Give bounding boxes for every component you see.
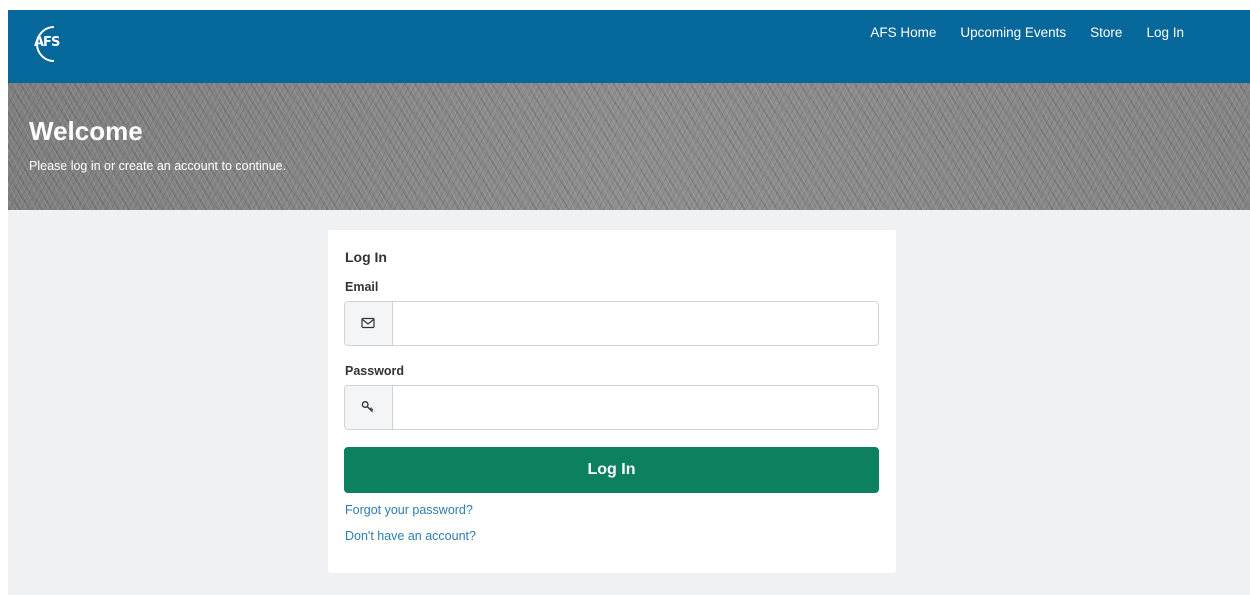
password-input-group: [344, 385, 879, 430]
login-title: Log In: [345, 249, 387, 265]
password-label: Password: [345, 364, 405, 378]
key-icon: [361, 401, 374, 413]
hero-subtitle: Please log in or create an account to co…: [29, 159, 287, 173]
login-card: Log In Email Password Log In Forgot your…: [328, 230, 896, 573]
create-account-link[interactable]: Don't have an account?: [345, 529, 476, 543]
email-addon: [345, 302, 393, 345]
email-label: Email: [345, 280, 379, 294]
top-navbar: AFS AFS Home Upcoming Events Store Log I…: [8, 10, 1250, 83]
nav-afs-home[interactable]: AFS Home: [870, 25, 936, 40]
nav-store[interactable]: Store: [1090, 25, 1122, 40]
page: AFS AFS Home Upcoming Events Store Log I…: [8, 10, 1250, 595]
log-in-button[interactable]: Log In: [344, 447, 879, 493]
main-nav: AFS Home Upcoming Events Store Log In: [846, 25, 1184, 40]
hero-banner: Welcome Please log in or create an accou…: [8, 83, 1250, 210]
nav-log-in[interactable]: Log In: [1146, 25, 1184, 40]
email-input-group: [344, 301, 879, 346]
envelope-icon: [361, 317, 375, 329]
email-input[interactable]: [393, 302, 878, 345]
password-input[interactable]: [393, 386, 878, 429]
afs-logo[interactable]: AFS: [28, 24, 68, 64]
hero-title: Welcome: [29, 116, 143, 146]
nav-upcoming-events[interactable]: Upcoming Events: [960, 25, 1066, 40]
password-addon: [345, 386, 393, 429]
logo-text: AFS: [34, 35, 60, 50]
forgot-password-link[interactable]: Forgot your password?: [345, 503, 473, 517]
